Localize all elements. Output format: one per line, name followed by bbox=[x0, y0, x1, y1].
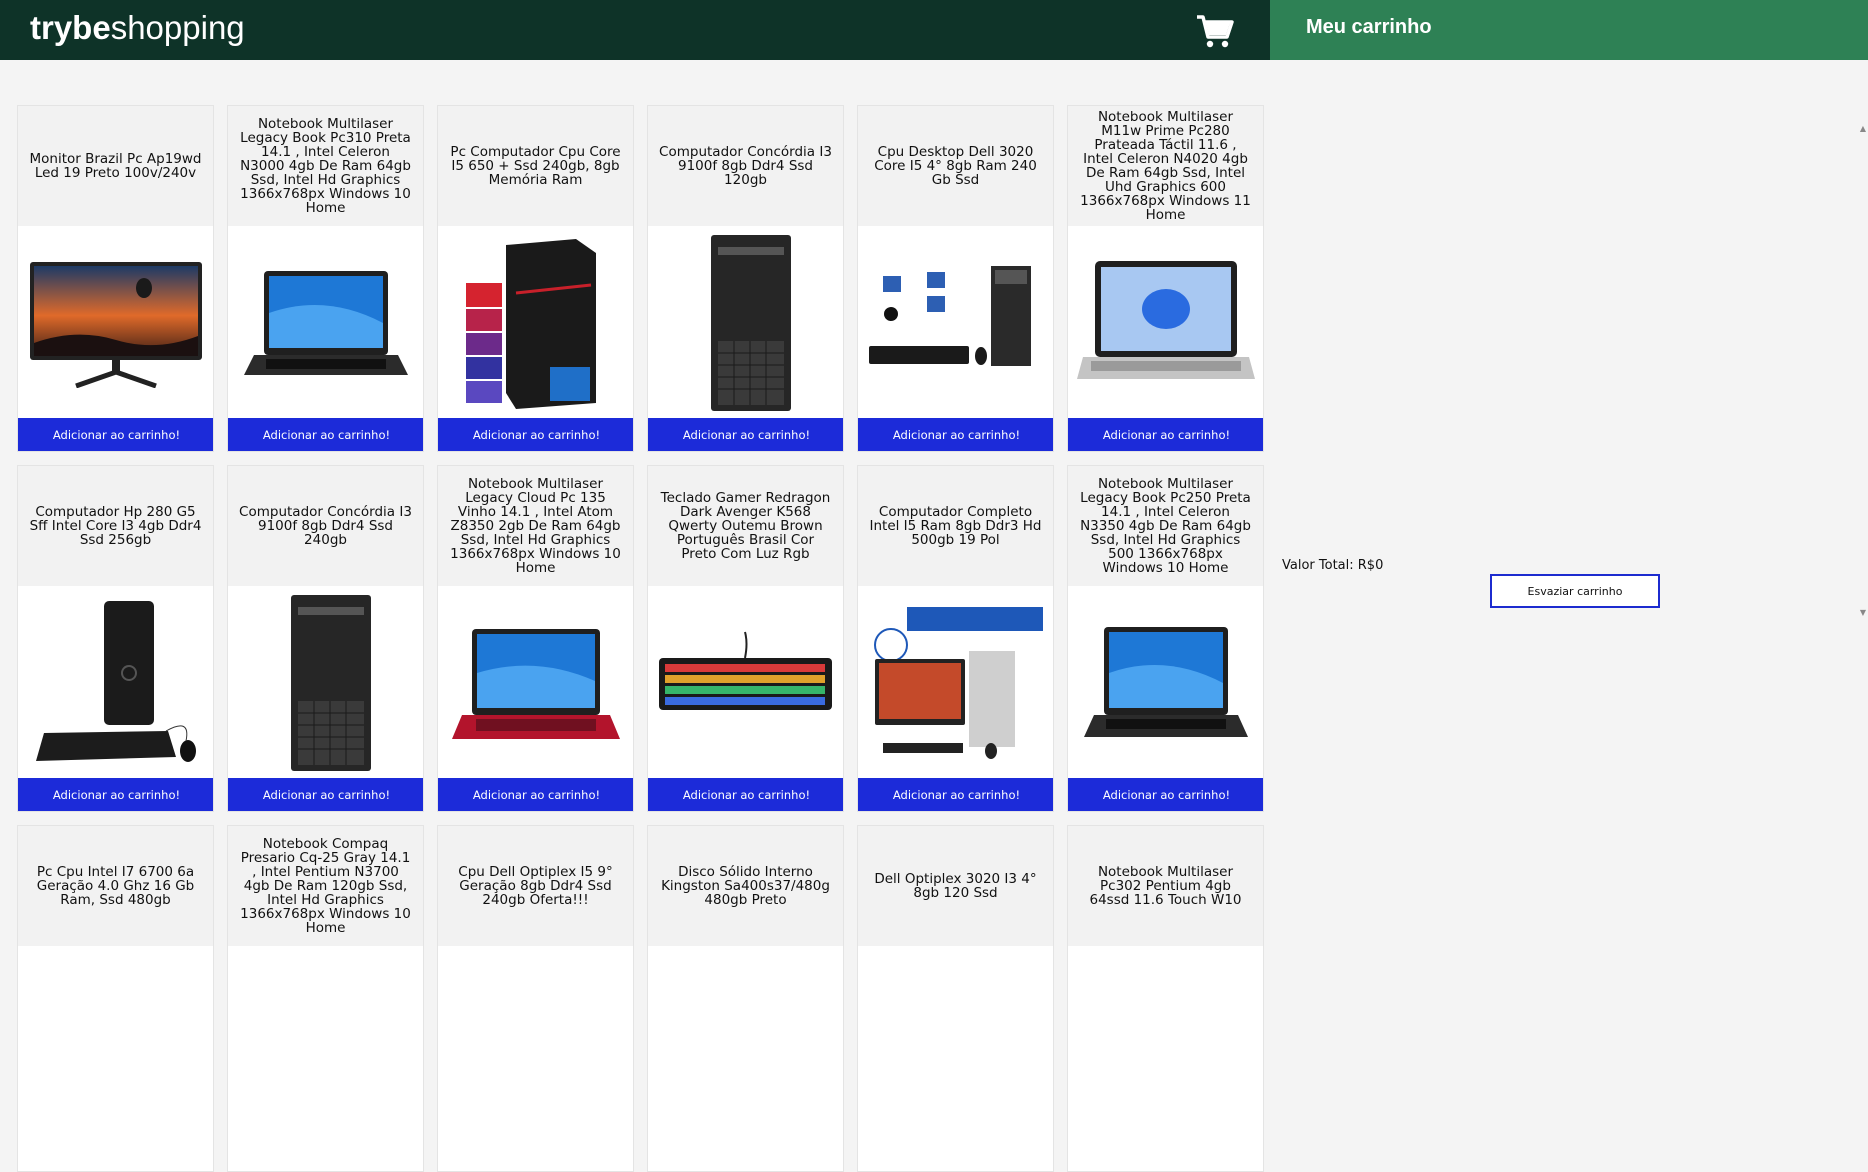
product-card: Computador Hp 280 G5 Sff Intel Core I3 4… bbox=[17, 465, 214, 812]
product-title: Pc Cpu Intel I7 6700 6a Geração 4.0 Ghz … bbox=[18, 826, 213, 946]
scroll-up-arrow-icon[interactable]: ▲ bbox=[1860, 124, 1866, 133]
product-image bbox=[228, 226, 423, 420]
product-title: Notebook Multilaser Legacy Cloud Pc 135 … bbox=[438, 466, 633, 586]
product-card: Computador Concórdia I3 9100f 8gb Ddr4 S… bbox=[227, 465, 424, 812]
product-card: Cpu Dell Optiplex I5 9° Geração 8gb Ddr4… bbox=[437, 825, 634, 1172]
product-title: Notebook Multilaser Pc302 Pentium 4gb 64… bbox=[1068, 826, 1263, 946]
product-card: Teclado Gamer Redragon Dark Avenger K568… bbox=[647, 465, 844, 812]
product-title: Notebook Compaq Presario Cq-25 Gray 14.1… bbox=[228, 826, 423, 946]
product-image bbox=[1068, 586, 1263, 780]
product-title: Teclado Gamer Redragon Dark Avenger K568… bbox=[648, 466, 843, 586]
product-card: Pc Cpu Intel I7 6700 6a Geração 4.0 Ghz … bbox=[17, 825, 214, 1172]
add-to-cart-button[interactable]: Adicionar ao carrinho! bbox=[858, 418, 1053, 451]
product-title: Disco Sólido Interno Kingston Sa400s37/4… bbox=[648, 826, 843, 946]
cart-panel: ▲ ▼ bbox=[1282, 60, 1868, 948]
add-to-cart-button[interactable]: Adicionar ao carrinho! bbox=[438, 778, 633, 811]
product-image bbox=[648, 586, 843, 780]
product-card: Notebook Multilaser Legacy Book Pc250 Pr… bbox=[1067, 465, 1264, 812]
product-image bbox=[858, 946, 1053, 1140]
product-title: Notebook Multilaser Legacy Book Pc310 Pr… bbox=[228, 106, 423, 226]
product-title: Computador Hp 280 G5 Sff Intel Core I3 4… bbox=[18, 466, 213, 586]
product-title: Computador Concórdia I3 9100f 8gb Ddr4 S… bbox=[228, 466, 423, 586]
add-to-cart-button[interactable]: Adicionar ao carrinho! bbox=[858, 778, 1053, 811]
product-title: Computador Completo Intel I5 Ram 8gb Ddr… bbox=[858, 466, 1053, 586]
product-image bbox=[1068, 226, 1263, 420]
product-image bbox=[858, 226, 1053, 420]
product-image bbox=[438, 586, 633, 780]
product-image bbox=[18, 586, 213, 780]
brand-light-text: shopping bbox=[110, 9, 245, 46]
product-title: Notebook Multilaser Legacy Book Pc250 Pr… bbox=[1068, 466, 1263, 586]
add-to-cart-button[interactable]: Adicionar ao carrinho! bbox=[228, 418, 423, 451]
product-title: Computador Concórdia I3 9100f 8gb Ddr4 S… bbox=[648, 106, 843, 226]
add-to-cart-button[interactable]: Adicionar ao carrinho! bbox=[438, 418, 633, 451]
product-image bbox=[438, 946, 633, 1140]
add-to-cart-button[interactable]: Adicionar ao carrinho! bbox=[648, 418, 843, 451]
empty-cart-button[interactable]: Esvaziar carrinho bbox=[1490, 574, 1660, 608]
product-card: Cpu Desktop Dell 3020 Core I5 4° 8gb Ram… bbox=[857, 105, 1054, 452]
product-card: Computador Concórdia I3 9100f 8gb Ddr4 S… bbox=[647, 105, 844, 452]
cart-title: Meu carrinho bbox=[1306, 16, 1432, 38]
product-card: Notebook Multilaser M11w Prime Pc280 Pra… bbox=[1067, 105, 1264, 452]
product-image bbox=[858, 586, 1053, 780]
product-image bbox=[648, 946, 843, 1140]
cart-header: Meu carrinho bbox=[1270, 0, 1868, 60]
product-image bbox=[648, 226, 843, 420]
product-grid: Monitor Brazil Pc Ap19wd Led 19 Preto 10… bbox=[17, 105, 1267, 1172]
product-card: Computador Completo Intel I5 Ram 8gb Ddr… bbox=[857, 465, 1054, 812]
product-title: Notebook Multilaser M11w Prime Pc280 Pra… bbox=[1068, 106, 1263, 226]
add-to-cart-button[interactable]: Adicionar ao carrinho! bbox=[18, 778, 213, 811]
product-card: Notebook Multilaser Legacy Cloud Pc 135 … bbox=[437, 465, 634, 812]
add-to-cart-button[interactable]: Adicionar ao carrinho! bbox=[1068, 778, 1263, 811]
product-card: Disco Sólido Interno Kingston Sa400s37/4… bbox=[647, 825, 844, 1172]
product-image bbox=[18, 946, 213, 1140]
product-title: Dell Optiplex 3020 I3 4° 8gb 120 Ssd bbox=[858, 826, 1053, 946]
cart-total: Valor Total: R$0 bbox=[1282, 558, 1384, 573]
product-image bbox=[228, 586, 423, 780]
product-card: Dell Optiplex 3020 I3 4° 8gb 120 Ssd bbox=[857, 825, 1054, 1172]
product-card: Notebook Multilaser Pc302 Pentium 4gb 64… bbox=[1067, 825, 1264, 1172]
product-card: Notebook Compaq Presario Cq-25 Gray 14.1… bbox=[227, 825, 424, 1172]
header-bar: trybeshopping bbox=[0, 0, 1270, 60]
add-to-cart-button[interactable]: Adicionar ao carrinho! bbox=[648, 778, 843, 811]
product-image bbox=[438, 226, 633, 420]
product-image bbox=[18, 226, 213, 420]
product-title: Pc Computador Cpu Core I5 650 + Ssd 240g… bbox=[438, 106, 633, 226]
shopping-cart-icon[interactable] bbox=[1195, 11, 1235, 51]
add-to-cart-button[interactable]: Adicionar ao carrinho! bbox=[228, 778, 423, 811]
product-card: Notebook Multilaser Legacy Book Pc310 Pr… bbox=[227, 105, 424, 452]
product-title: Cpu Desktop Dell 3020 Core I5 4° 8gb Ram… bbox=[858, 106, 1053, 226]
product-title: Cpu Dell Optiplex I5 9° Geração 8gb Ddr4… bbox=[438, 826, 633, 946]
brand-bold-text: trybe bbox=[30, 9, 111, 46]
product-card: Monitor Brazil Pc Ap19wd Led 19 Preto 10… bbox=[17, 105, 214, 452]
product-image bbox=[228, 946, 423, 1140]
product-card: Pc Computador Cpu Core I5 650 + Ssd 240g… bbox=[437, 105, 634, 452]
add-to-cart-button[interactable]: Adicionar ao carrinho! bbox=[18, 418, 213, 451]
product-image bbox=[1068, 946, 1263, 1140]
add-to-cart-button[interactable]: Adicionar ao carrinho! bbox=[1068, 418, 1263, 451]
product-title: Monitor Brazil Pc Ap19wd Led 19 Preto 10… bbox=[18, 106, 213, 226]
brand-logo[interactable]: trybeshopping bbox=[30, 8, 245, 48]
scroll-down-arrow-icon[interactable]: ▼ bbox=[1860, 608, 1866, 617]
